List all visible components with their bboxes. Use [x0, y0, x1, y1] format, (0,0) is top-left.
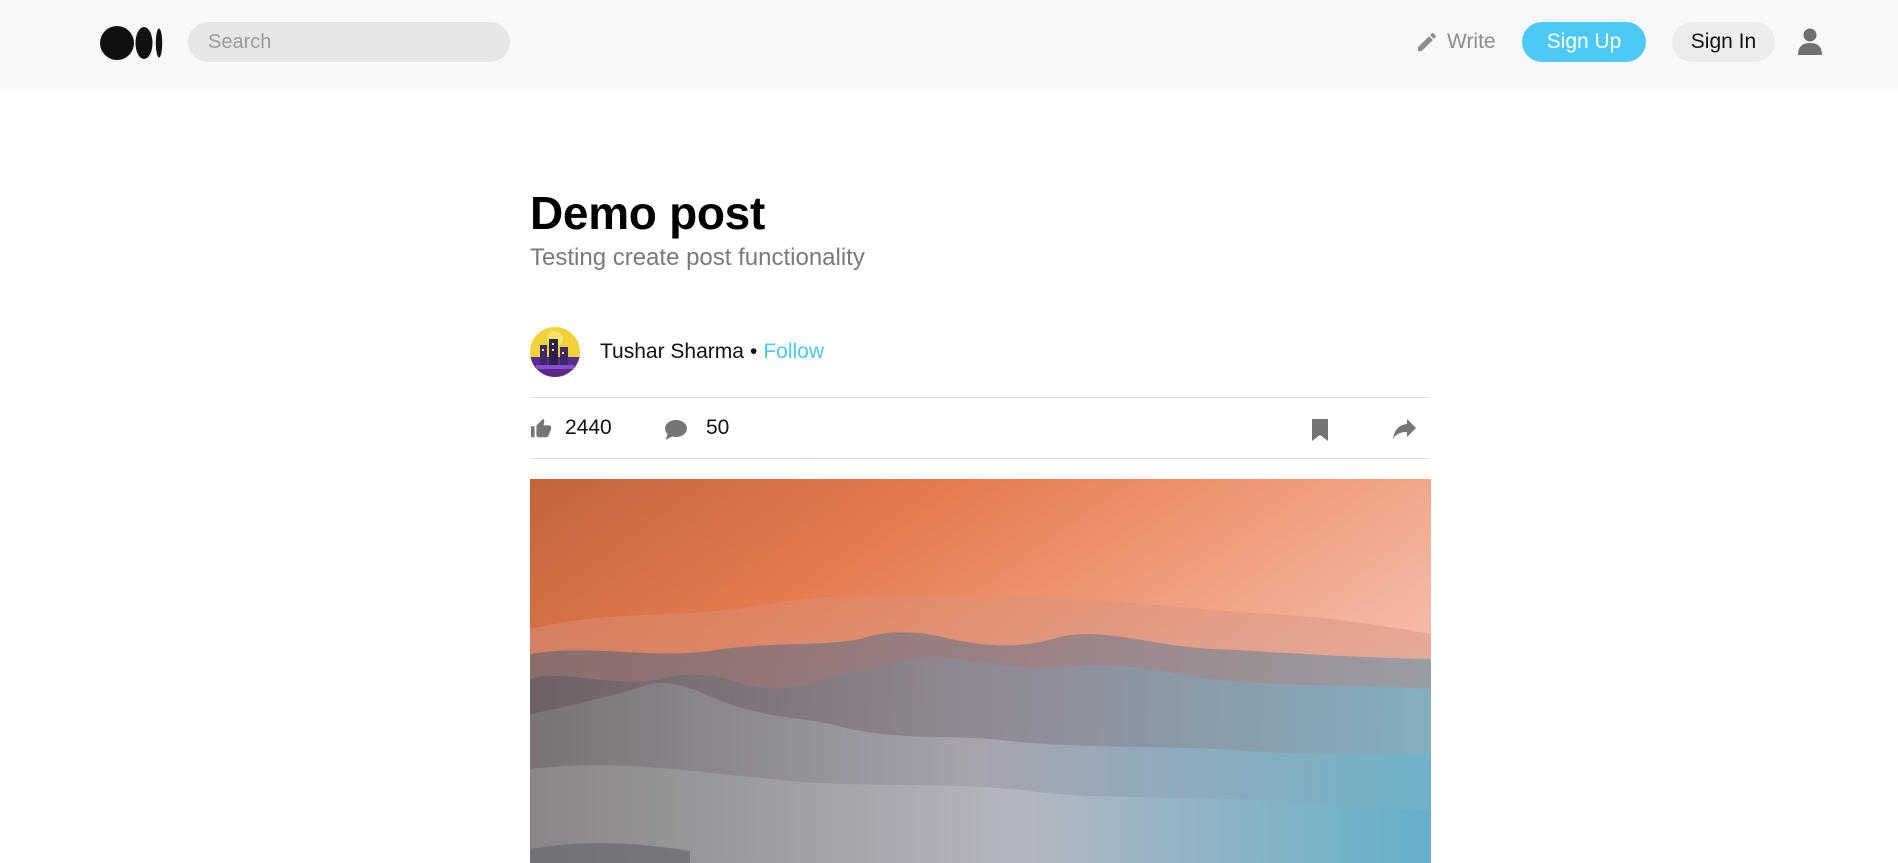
comments-count: 50 [706, 416, 730, 439]
likes-count: 2440 [565, 416, 612, 439]
sign-up-button[interactable]: Sign Up [1522, 22, 1646, 62]
separator-dot: • [749, 340, 758, 363]
comment-icon[interactable] [664, 419, 688, 441]
sign-in-button[interactable]: Sign In [1672, 22, 1775, 62]
divider-top [530, 397, 1430, 398]
search-input[interactable] [188, 22, 510, 62]
author-avatar[interactable] [530, 327, 580, 377]
medium-logo[interactable] [100, 25, 164, 61]
post-title: Demo post [530, 187, 765, 239]
write-label: Write [1447, 30, 1496, 53]
divider-bottom [530, 458, 1430, 459]
top-navbar: Write Sign Up Sign In [0, 0, 1898, 89]
write-button[interactable]: Write [1415, 24, 1496, 60]
post-cover-image [530, 479, 1431, 863]
follow-button[interactable]: Follow [763, 340, 824, 364]
share-icon[interactable] [1393, 418, 1417, 440]
author-name[interactable]: Tushar Sharma [600, 340, 744, 364]
author-line: Tushar Sharma • Follow [600, 340, 824, 364]
thumbs-up-icon[interactable] [530, 418, 552, 440]
pencil-icon [1418, 32, 1437, 51]
bookmark-icon[interactable] [1310, 418, 1330, 442]
user-icon[interactable] [1798, 28, 1822, 56]
post-subtitle: Testing create post functionality [530, 244, 865, 271]
